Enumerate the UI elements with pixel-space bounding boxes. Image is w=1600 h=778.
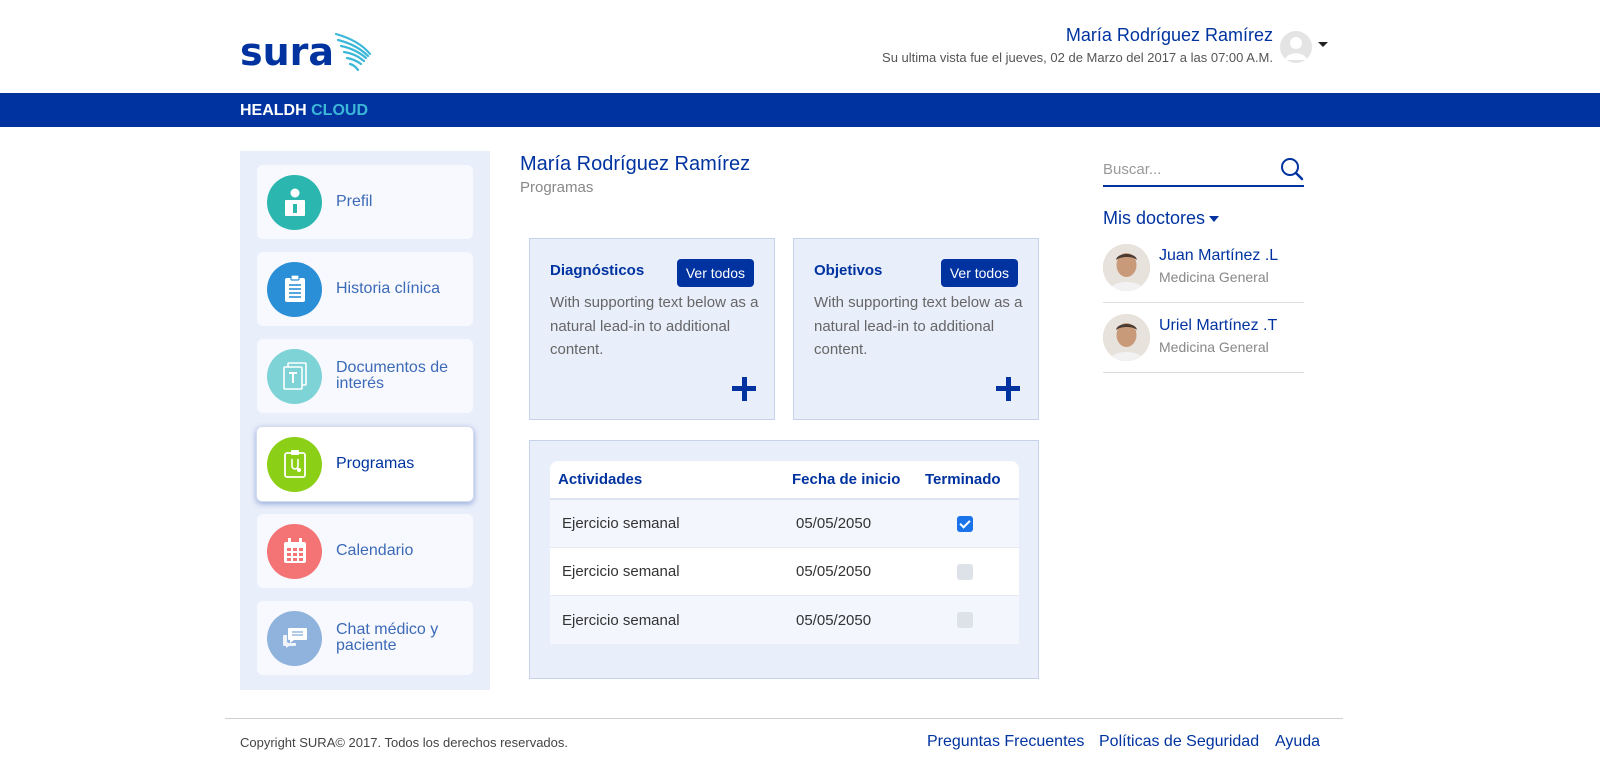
column-header-actividades: Actividades — [558, 471, 643, 488]
activities-panel: Actividades Fecha de inicio Terminado Ej… — [529, 440, 1039, 679]
table-row: Ejercicio semanal 05/05/2050 — [550, 500, 1019, 548]
page-title: María Rodríguez Ramírez — [520, 153, 751, 175]
doctor-item[interactable]: Uriel Martínez .T Medicina General — [1103, 303, 1304, 373]
mis-doctores-label: Mis doctores — [1103, 208, 1206, 228]
add-diagnostico-plus-icon[interactable] — [732, 377, 756, 401]
header: sura María Rodríguez Ramírez Su ultima v… — [0, 0, 1600, 93]
doctor-specialty: Medicina General — [1159, 339, 1269, 355]
calendar-icon — [267, 523, 322, 579]
sidebar-item-documentos[interactable]: Documentos de interés — [257, 339, 473, 413]
date-cell: 05/05/2050 — [796, 611, 872, 629]
user-menu-caret-icon[interactable] — [1318, 42, 1328, 47]
sidebar: Prefil Historia clínica Documentos de in… — [240, 151, 490, 690]
search-input[interactable] — [1103, 161, 1273, 178]
sura-logo[interactable]: sura — [240, 30, 374, 76]
doctor-name: Uriel Martínez .T — [1159, 317, 1278, 334]
card-text: With supporting text below as a natural … — [814, 294, 1023, 358]
doctor-name: Juan Martínez .L — [1159, 247, 1279, 264]
sidebar-item-chat[interactable]: Chat médico y paciente — [257, 601, 473, 675]
card-title: Diagnósticos — [550, 262, 645, 279]
date-cell: 05/05/2050 — [796, 563, 872, 580]
activity-cell: Ejercicio semanal — [562, 515, 680, 532]
doctor-avatar — [1103, 244, 1150, 291]
person-icon — [1285, 37, 1307, 60]
ver-todos-button[interactable]: Ver todos — [676, 259, 754, 287]
done-checkbox[interactable] — [957, 563, 973, 580]
sidebar-item-label: Chat médico y paciente — [336, 621, 439, 654]
table-header: Actividades Fecha de inicio Terminado — [550, 461, 1019, 500]
search-box — [1103, 154, 1304, 187]
sidebar-item-label: Documentos de interés — [336, 359, 449, 392]
done-checkbox[interactable] — [957, 612, 973, 628]
id-badge-icon — [267, 174, 322, 230]
activities-table: Actividades Fecha de inicio Terminado Ej… — [550, 461, 1019, 644]
sidebar-item-label: Calendario — [336, 542, 414, 559]
clipboard-icon — [267, 261, 322, 317]
documents-icon — [267, 348, 322, 404]
chevron-down-icon — [1209, 215, 1220, 222]
table-row: Ejercicio semanal 05/05/2050 — [550, 596, 1019, 644]
activity-cell: Ejercicio semanal — [562, 563, 680, 580]
wing-icon — [334, 32, 372, 72]
last-visit-text: Su ultima vista fue el jueves, 02 de Mar… — [882, 50, 1273, 65]
logo-text: sura — [240, 30, 335, 74]
table-row: Ejercicio semanal 05/05/2050 — [550, 548, 1019, 596]
objetivos-card: Objetivos Ver todos With supporting text… — [793, 238, 1039, 420]
program-clipboard-icon — [267, 436, 322, 492]
ver-todos-button[interactable]: Ver todos — [940, 259, 1018, 287]
activity-cell: Ejercicio semanal — [562, 611, 680, 629]
date-cell: 05/05/2050 — [796, 515, 872, 532]
copyright-text: Copyright SURA© 2017. Todos los derechos… — [240, 735, 569, 750]
sidebar-item-perfil[interactable]: Prefil — [257, 165, 473, 239]
page-subtitle: Programas — [520, 179, 594, 196]
card-text: With supporting text below as a natural … — [550, 294, 759, 358]
add-objetivo-plus-icon[interactable] — [996, 377, 1020, 401]
column-header-terminado: Terminado — [925, 471, 1001, 488]
doctor-item[interactable]: Juan Martínez .L Medicina General — [1103, 233, 1304, 303]
app-title-word2: CLOUD — [311, 102, 369, 119]
footer-divider — [225, 718, 1343, 719]
search-icon[interactable] — [1280, 157, 1304, 181]
user-avatar-icon[interactable] — [1280, 31, 1312, 63]
sidebar-item-label: Programas — [336, 455, 415, 472]
doctor-avatar — [1103, 314, 1150, 361]
chat-icon — [267, 610, 322, 666]
app-title: HEALDH CLOUD — [240, 102, 368, 120]
footer-link-help[interactable]: Ayuda — [1275, 733, 1320, 751]
sidebar-item-programas[interactable]: Programas — [256, 426, 474, 502]
done-checkbox[interactable] — [957, 515, 973, 532]
doctor-specialty: Medicina General — [1159, 269, 1269, 285]
column-header-fecha: Fecha de inicio — [792, 471, 901, 488]
sidebar-item-label: Historia clínica — [336, 280, 441, 297]
app-title-word1: HEALDH — [240, 102, 307, 119]
diagnosticos-card: Diagnósticos Ver todos With supporting t… — [529, 238, 775, 420]
card-title: Objetivos — [814, 262, 883, 279]
sidebar-item-label: Prefil — [336, 193, 373, 210]
user-info: María Rodríguez Ramírez Su ultima vista … — [882, 24, 1273, 65]
sidebar-item-historia-clinica[interactable]: Historia clínica — [257, 252, 473, 326]
footer-link-security[interactable]: Políticas de Seguridad — [1099, 733, 1259, 751]
user-name[interactable]: María Rodríguez Ramírez — [882, 24, 1273, 46]
mis-doctores-dropdown[interactable]: Mis doctores — [1103, 208, 1220, 229]
app-band: HEALDH CLOUD — [0, 93, 1600, 127]
sidebar-item-calendario[interactable]: Calendario — [257, 514, 473, 588]
footer-link-faq[interactable]: Preguntas Frecuentes — [927, 733, 1084, 751]
